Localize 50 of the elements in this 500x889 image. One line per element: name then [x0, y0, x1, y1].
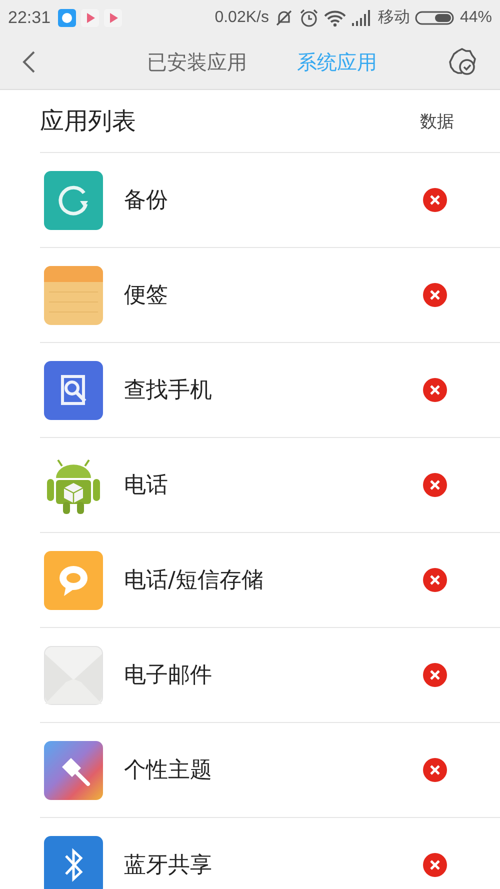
app-name: 查找手机 — [124, 377, 213, 405]
close-icon — [423, 378, 447, 402]
close-icon — [423, 188, 447, 212]
play-store-notification-icon — [104, 8, 122, 26]
remove-button[interactable] — [423, 568, 447, 592]
app-notification-icon — [58, 8, 76, 26]
remove-button[interactable] — [423, 853, 447, 877]
app-name: 备份 — [124, 187, 169, 215]
back-icon — [22, 50, 36, 74]
wifi-icon — [324, 8, 346, 26]
app-name: 蓝牙共享 — [124, 852, 213, 880]
remove-button[interactable] — [423, 473, 447, 497]
settings-button[interactable] — [448, 48, 476, 76]
refresh-icon — [44, 170, 103, 230]
remove-button[interactable] — [423, 378, 447, 402]
battery-icon — [414, 10, 455, 26]
remove-button[interactable] — [423, 758, 447, 782]
remove-button[interactable] — [423, 663, 447, 687]
signal-icon — [350, 10, 373, 26]
close-icon — [423, 473, 447, 497]
play-store-notification-icon — [80, 8, 99, 26]
app-name: 个性主题 — [124, 757, 213, 785]
speech-bubble-icon — [44, 550, 103, 610]
app-name: 电话 — [124, 472, 169, 500]
app-name: 电话/短信存储 — [124, 567, 264, 595]
back-button[interactable] — [22, 50, 36, 74]
alarm-clock-icon — [298, 8, 319, 28]
column-label: 数据 — [420, 110, 454, 132]
tab[interactable]: 已安装应用 — [147, 48, 247, 76]
remove-button[interactable] — [423, 283, 447, 307]
close-icon — [423, 283, 447, 307]
notepad-icon — [44, 266, 103, 324]
magnifier-phone-icon — [44, 360, 103, 420]
envelope-icon — [44, 646, 103, 704]
paintbrush-icon — [44, 740, 103, 800]
app-name: 便签 — [124, 282, 169, 310]
close-icon — [423, 568, 447, 592]
muted-bell-icon — [274, 8, 294, 28]
settings-check-icon — [448, 48, 476, 76]
close-icon — [423, 853, 447, 877]
app-name: 电子邮件 — [124, 662, 213, 690]
battery-percentage: 44% — [460, 8, 492, 26]
bluetooth-icon — [44, 836, 103, 889]
list-title: 应用列表 — [40, 106, 136, 137]
close-icon — [423, 758, 447, 782]
close-icon — [423, 663, 447, 687]
remove-button[interactable] — [423, 188, 447, 212]
carrier-name: 移动 — [378, 8, 410, 28]
clock-time: 22:31 — [8, 8, 51, 28]
network-speed: 0.02K/s — [214, 8, 269, 26]
